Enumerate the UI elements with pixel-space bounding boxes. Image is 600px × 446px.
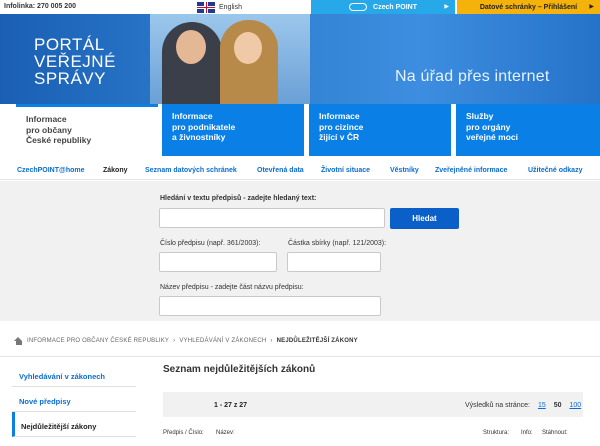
tab-label: České republiky <box>26 135 92 145</box>
main-tabs: Informace pro občany České republiky Inf… <box>0 104 600 158</box>
tab-label: Služby <box>466 111 494 121</box>
tab-label: veřejné moci <box>466 132 518 142</box>
page-title: Seznam nejdůležitějších zákonů <box>163 364 316 375</box>
column-header: Info: <box>521 430 533 436</box>
breadcrumb: INFORMACE PRO OBČANY ČESKÉ REPUBLIKY › V… <box>14 335 358 347</box>
uk-flag-icon <box>197 1 215 13</box>
fulltext-search-input[interactable] <box>159 208 385 228</box>
breadcrumb-item[interactable]: INFORMACE PRO OBČANY ČESKÉ REPUBLIKY <box>27 338 169 344</box>
subnav-czechpoint-home[interactable]: CzechPOINT@home <box>17 167 85 174</box>
tab-label: pro občany <box>26 124 72 135</box>
tab-podnikatele[interactable]: Informace pro podnikatele a živnostníky <box>162 104 304 156</box>
breadcrumb-separator: › <box>270 338 273 344</box>
banner-photo <box>150 14 310 104</box>
arrow-right-icon: ▶ <box>589 4 594 10</box>
czechpoint-label: Czech POINT <box>373 3 417 11</box>
left-menu: Vyhledávání v zákonech Nové předpisy Nej… <box>12 362 136 437</box>
per-page-selector: Výsledků na stránce: 15 50 100 <box>465 402 581 409</box>
nazev-label: Název předpisu - zadejte část názvu před… <box>160 284 304 291</box>
datove-schranky-label: Datové schránky – Přihlášení <box>479 3 578 11</box>
portal-logo[interactable]: PORTÁL VEŘEJNÉ SPRÁVY <box>34 36 116 87</box>
column-header[interactable]: Předpis / Číslo: <box>163 430 204 436</box>
breadcrumb-separator: › <box>173 338 176 344</box>
datove-schranky-tab[interactable]: Datové schránky – Přihlášení ▶ <box>457 0 600 14</box>
subnav-otevrena-data[interactable]: Otevřená data <box>257 167 304 174</box>
tab-label: pro podnikatele <box>172 121 236 132</box>
column-header: Stáhnout: <box>542 430 568 436</box>
home-icon[interactable] <box>14 337 23 345</box>
search-button[interactable]: Hledat <box>390 208 459 229</box>
cislo-predpisu-input[interactable] <box>159 252 277 272</box>
castka-sbirky-input[interactable] <box>287 252 381 272</box>
tab-label: žijící v ČR <box>319 132 360 142</box>
tab-obcane[interactable]: Informace pro občany České republiky <box>16 104 158 156</box>
czechpoint-tab[interactable]: Czech POINT ▶ <box>311 0 455 14</box>
tab-label: pro orgány <box>466 121 511 132</box>
per-page-option-15[interactable]: 15 <box>538 402 546 409</box>
subnav-vestniky[interactable]: Věstníky <box>390 167 419 174</box>
portal-title-line: PORTÁL <box>34 35 105 54</box>
tab-label: a živnostníky <box>172 132 226 142</box>
column-header[interactable]: Název: <box>216 430 235 436</box>
czechpoint-logo-icon <box>349 3 368 11</box>
nazev-predpisu-input[interactable] <box>159 296 381 316</box>
tab-label: Informace <box>26 114 67 124</box>
portal-title-line: SPRÁVY <box>34 69 106 88</box>
subnav-datove-schranky[interactable]: Seznam datových schránek <box>145 167 237 174</box>
tab-cizinci[interactable]: Informace pro cizince žijící v ČR <box>309 104 451 156</box>
pager-range: 1 - 27 z 27 <box>214 402 248 409</box>
fulltext-label: Hledání v textu předpisů - zadejte hleda… <box>160 195 317 202</box>
per-page-label: Výsledků na stránce: <box>465 402 530 409</box>
breadcrumb-current: NEJDŮLEŽITĚJŠÍ ZÁKONY <box>276 338 358 344</box>
per-page-option-50: 50 <box>553 402 562 409</box>
language-switch[interactable]: English <box>197 1 242 13</box>
top-bar: Infolinka: 270 005 200 English Czech POI… <box>0 0 600 14</box>
column-header: Struktura: <box>483 430 510 436</box>
language-label: English <box>219 3 242 11</box>
person-image <box>162 22 222 104</box>
leftmenu-vyhledavani[interactable]: Vyhledávání v zákonech <box>12 362 136 387</box>
castka-label: Částka sbírky (např. 121/2003): <box>288 240 387 247</box>
subnav-zakony[interactable]: Zákony <box>103 167 128 174</box>
sub-navigation: CzechPOINT@home Zákony Seznam datových s… <box>0 162 600 180</box>
divider <box>0 356 600 357</box>
law-search-panel: Hledání v textu předpisů - zadejte hleda… <box>0 181 600 321</box>
tab-label: pro cizince <box>319 121 364 132</box>
tab-label: Informace <box>172 111 213 121</box>
tab-organy[interactable]: Služby pro orgány veřejné moci <box>456 104 600 156</box>
infolinka-text: Infolinka: 270 005 200 <box>4 3 76 10</box>
tab-label: Informace <box>319 111 360 121</box>
subnav-zverejnene-informace[interactable]: Zveřejněné informace <box>435 167 507 174</box>
arrow-right-icon: ▶ <box>444 4 449 10</box>
cislo-label: Číslo předpisu (např. 361/2003): <box>160 240 261 247</box>
subnav-zivotni-situace[interactable]: Životní situace <box>321 167 370 174</box>
leftmenu-nejdulezitejsi[interactable]: Nejdůležitější zákony <box>12 412 136 437</box>
leftmenu-nove-predpisy[interactable]: Nové předpisy <box>12 387 136 412</box>
per-page-option-100[interactable]: 100 <box>569 402 581 409</box>
portal-title-line: VEŘEJNÉ <box>34 52 116 71</box>
banner-slogan: Na úřad přes internet <box>395 68 550 85</box>
subnav-uzitecne-odkazy[interactable]: Užitečné odkazy <box>528 167 582 174</box>
person-image <box>220 20 278 104</box>
header-banner: PORTÁL VEŘEJNÉ SPRÁVY Na úřad přes inter… <box>0 14 600 104</box>
results-bar: 1 - 27 z 27 Výsledků na stránce: 15 50 1… <box>163 392 583 417</box>
breadcrumb-item[interactable]: VYHLEDÁVÁNÍ V ZÁKONECH <box>179 338 266 344</box>
